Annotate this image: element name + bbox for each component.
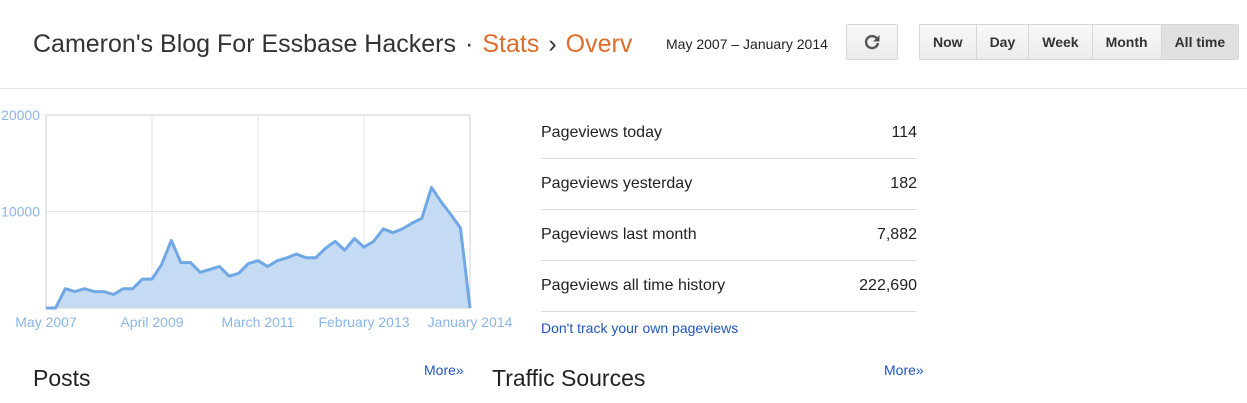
traffic-sources-section-title: Traffic Sources [492, 365, 646, 391]
range-week-button[interactable]: Week [1029, 25, 1093, 59]
breadcrumb: Cameron's Blog For Essbase Hackers · Stats… [33, 30, 653, 59]
date-range-label: May 2007 – January 2014 [666, 36, 828, 52]
x-tick-label: January 2014 [428, 314, 513, 330]
range-all-time-button[interactable]: All time [1161, 25, 1239, 59]
breadcrumb-separator: · [465, 30, 474, 58]
x-tick-label: May 2007 [15, 314, 77, 330]
x-tick-label: February 2013 [318, 314, 409, 330]
crumb-stats-link[interactable]: Stats [482, 30, 539, 58]
breadcrumb-arrow: › [548, 30, 557, 58]
stat-label: Pageviews yesterday [541, 175, 693, 192]
crumb-overview: Overv [565, 30, 633, 58]
time-range-selector: Now Day Week Month All time [919, 24, 1240, 60]
dont-track-link[interactable]: Don't track your own pageviews [541, 320, 738, 336]
stat-row-all-time: Pageviews all time history 222,690 [541, 261, 917, 312]
stats-table: Pageviews today 114 Pageviews yesterday … [541, 108, 917, 312]
stat-value: 182 [890, 175, 917, 192]
x-tick-label: April 2009 [120, 314, 183, 330]
stat-value: 7,882 [876, 226, 917, 243]
stat-label: Pageviews last month [541, 226, 697, 243]
header-bar: Cameron's Blog For Essbase Hackers · Stats… [0, 0, 1247, 89]
stat-row-today: Pageviews today 114 [541, 108, 917, 159]
refresh-button[interactable] [846, 24, 898, 60]
stat-label: Pageviews today [541, 124, 662, 141]
x-tick-label: March 2011 [222, 314, 295, 330]
stat-row-last-month: Pageviews last month 7,882 [541, 210, 917, 261]
posts-section-title: Posts [33, 365, 91, 391]
range-month-button[interactable]: Month [1092, 25, 1162, 59]
range-day-button[interactable]: Day [976, 25, 1030, 59]
y-tick-label: 10000 [1, 204, 40, 220]
stat-label: Pageviews all time history [541, 277, 726, 294]
y-tick-label: 20000 [1, 107, 40, 123]
refresh-icon [864, 34, 880, 50]
blog-title-link[interactable]: Cameron's Blog For Essbase Hackers [33, 30, 456, 58]
stat-value: 114 [891, 124, 917, 141]
pageviews-chart: 20000 10000 May 2007 April 2009 March 2011 Fe… [1, 107, 513, 330]
stat-value: 222,690 [859, 277, 917, 294]
traffic-more-link[interactable]: More» [884, 362, 924, 378]
stat-row-yesterday: Pageviews yesterday 182 [541, 159, 917, 210]
posts-more-link[interactable]: More» [424, 362, 464, 378]
range-now-button[interactable]: Now [920, 25, 977, 59]
